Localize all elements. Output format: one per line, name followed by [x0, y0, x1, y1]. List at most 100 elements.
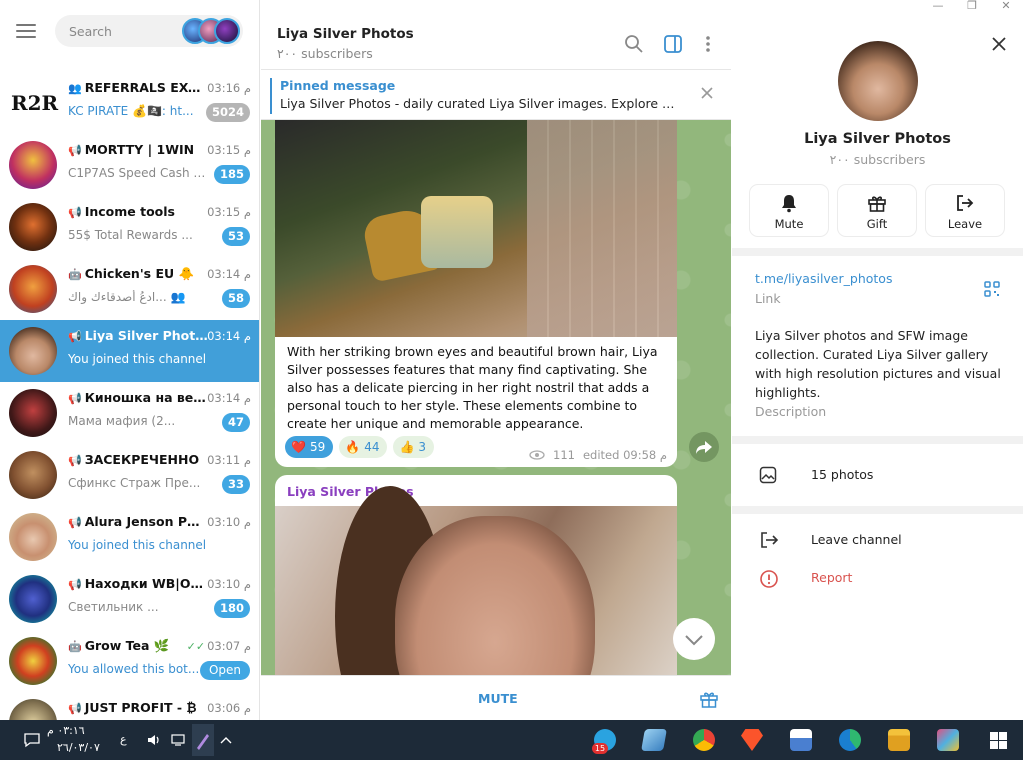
- pen-icon[interactable]: [192, 724, 214, 756]
- chat-preview: You joined this channel: [68, 538, 207, 552]
- link-label: Link: [755, 291, 781, 306]
- leave-icon: [761, 532, 779, 548]
- minimize-button[interactable]: —: [921, 0, 955, 14]
- unread-badge: 33: [221, 475, 250, 494]
- chat-time: 03:11 م: [207, 453, 251, 467]
- window-controls: — ❐ ✕: [921, 0, 1023, 14]
- message-bubble[interactable]: Liya Silver Photos: [275, 475, 677, 675]
- reaction-fire[interactable]: 🔥 44: [339, 436, 388, 458]
- message-photo[interactable]: [275, 486, 677, 675]
- unread-badge: 185: [213, 165, 250, 184]
- chat-item-income-tools[interactable]: 📢 Income tools 03:15 م 55$ Total Rewards …: [0, 196, 259, 258]
- network-icon[interactable]: [171, 732, 188, 748]
- windows-start-icon[interactable]: [990, 732, 1007, 749]
- mute-button[interactable]: MUTE: [478, 691, 518, 706]
- clock-time[interactable]: ٠٣:١٦ م: [47, 724, 85, 737]
- stories-avatars[interactable]: [182, 18, 240, 44]
- profile-name: Liya Silver Photos: [804, 131, 951, 147]
- channel-avatar[interactable]: [838, 41, 918, 121]
- close-window-button[interactable]: ✕: [989, 0, 1023, 14]
- game-app-icon[interactable]: [937, 729, 959, 751]
- brave-icon[interactable]: [741, 729, 763, 751]
- avatar: [9, 575, 57, 623]
- store-icon[interactable]: [790, 729, 812, 751]
- channel-title[interactable]: Liya Silver Photos: [277, 26, 414, 42]
- mute-action-button[interactable]: Mute: [750, 185, 828, 236]
- chat-preview: You joined this channel: [68, 352, 207, 366]
- forward-icon[interactable]: [689, 432, 719, 462]
- chat-item-nakhodki[interactable]: 📢 Находки WB|OZ... 03:10 م Светильник ...…: [0, 568, 259, 630]
- open-bot-button[interactable]: Open: [199, 661, 250, 680]
- chat-time: 03:10 م: [207, 515, 251, 529]
- chrome-icon[interactable]: [693, 729, 715, 751]
- notification-icon[interactable]: [23, 731, 41, 749]
- leave-channel-row[interactable]: Leave channel: [732, 521, 1023, 559]
- chat-time: 03:10 م: [207, 577, 251, 591]
- scroll-down-icon[interactable]: [673, 618, 715, 660]
- chat-title: JUST PROFIT - ₿: [84, 700, 197, 715]
- leave-action-button[interactable]: Leave: [926, 185, 1004, 236]
- chat-item-liya-silver-photos[interactable]: 📢 Liya Silver Photos 03:14 م You joined t…: [0, 320, 259, 382]
- photos-row[interactable]: 15 photos: [732, 456, 1023, 494]
- chat-item-referrals[interactable]: R2R 👥 REFERRALS EXC... 03:16 م KC PIRATE …: [0, 72, 259, 134]
- bell-icon: [782, 195, 796, 213]
- notes-app-icon[interactable]: [641, 729, 667, 751]
- maximize-button[interactable]: ❐: [955, 0, 989, 14]
- volume-icon[interactable]: [146, 732, 162, 748]
- megaphone-icon: 📢: [68, 516, 82, 529]
- chevron-up-icon[interactable]: [219, 733, 233, 747]
- chat-preview: C1P7AS Speed Cash XOF: [68, 166, 208, 180]
- report-row[interactable]: Report: [732, 559, 1023, 597]
- search-input[interactable]: [69, 23, 179, 39]
- chat-title: Grow Tea 🌿: [84, 638, 170, 653]
- message-bubble[interactable]: With her striking brown eyes and beautif…: [275, 120, 677, 467]
- channel-link[interactable]: t.me/liyasilver_photos: [755, 271, 892, 286]
- conversation-header[interactable]: Liya Silver Photos ٢٠٠ subscribers: [261, 0, 731, 70]
- close-icon[interactable]: [991, 36, 1007, 52]
- story-avatar[interactable]: [214, 18, 240, 44]
- search-box[interactable]: [55, 15, 243, 47]
- reaction-heart[interactable]: ❤️ 59: [285, 436, 334, 458]
- message-photo[interactable]: [275, 120, 677, 337]
- megaphone-icon: 📢: [68, 392, 82, 405]
- chat-item-mortty[interactable]: 📢 MORTTY | 1WIN 03:15 م C1P7AS Speed Cash…: [0, 134, 259, 196]
- message-feed[interactable]: With her striking brown eyes and beautif…: [261, 120, 731, 675]
- avatar: [9, 699, 57, 720]
- avatar: [9, 637, 57, 685]
- megaphone-icon: 📢: [68, 702, 82, 715]
- avatar: [9, 265, 57, 313]
- chat-item-kinoshka[interactable]: 📢 Киношка на веч... 03:14 م Мама мафия (2…: [0, 382, 259, 444]
- close-icon[interactable]: [699, 85, 715, 101]
- chat-item-grow-tea[interactable]: 🤖 Grow Tea 🌿 ✓✓ 03:07 م You allowed this b…: [0, 630, 259, 692]
- qr-code-icon[interactable]: [984, 281, 1000, 297]
- menu-icon[interactable]: [16, 24, 36, 38]
- language-indicator[interactable]: ع: [120, 733, 127, 746]
- chat-time: 03:14 م: [207, 391, 251, 405]
- search-icon[interactable]: [624, 34, 644, 54]
- chat-item-zasekrecheno[interactable]: 📢 ЗАСЕКРЕЧЕННО 03:11 م Сфинкс Страж Пре..…: [0, 444, 259, 506]
- channel-description: Liya Silver photos and SFW image collect…: [755, 328, 1001, 400]
- divider: [732, 248, 1023, 256]
- divider: [732, 506, 1023, 514]
- clock-date[interactable]: ٢٦/٠٣/٠٧: [57, 741, 100, 754]
- file-explorer-icon[interactable]: [888, 729, 910, 751]
- report-icon: [760, 570, 778, 588]
- photos-count: 15 photos: [811, 467, 874, 482]
- chat-time: 03:07 م: [207, 639, 251, 653]
- edge-icon[interactable]: [839, 729, 861, 751]
- channel-subscribers: ٢٠٠ subscribers: [277, 46, 373, 61]
- sidebar-toggle-icon[interactable]: [663, 34, 683, 54]
- telegram-badge: 15: [592, 743, 608, 754]
- chat-preview: 55$ Total Rewards ...: [68, 228, 193, 242]
- chat-item-chickens-eu[interactable]: 🤖 Chicken's EU 🐥 03:14 م ادعُ أصدقاءك واك…: [0, 258, 259, 320]
- gift-icon[interactable]: [699, 689, 719, 709]
- gift-action-button[interactable]: Gift: [838, 185, 916, 236]
- conversation-panel: Liya Silver Photos ٢٠٠ subscribers Pinne…: [261, 0, 731, 720]
- reaction-thumbs-up[interactable]: 👍 3: [393, 436, 435, 458]
- leave-icon: [957, 195, 974, 211]
- chat-item-alura-jenson[interactable]: 📢 Alura Jenson Ph... 03:10 م You joined t…: [0, 506, 259, 568]
- pinned-message-bar[interactable]: Pinned message Liya Silver Photos - dail…: [261, 70, 731, 120]
- more-menu-icon[interactable]: [698, 34, 718, 54]
- pinned-text: Liya Silver Photos - daily curated Liya …: [280, 96, 675, 111]
- chat-item-just-profit[interactable]: 📢 JUST PROFIT - ₿ 03:06 م: [0, 692, 259, 720]
